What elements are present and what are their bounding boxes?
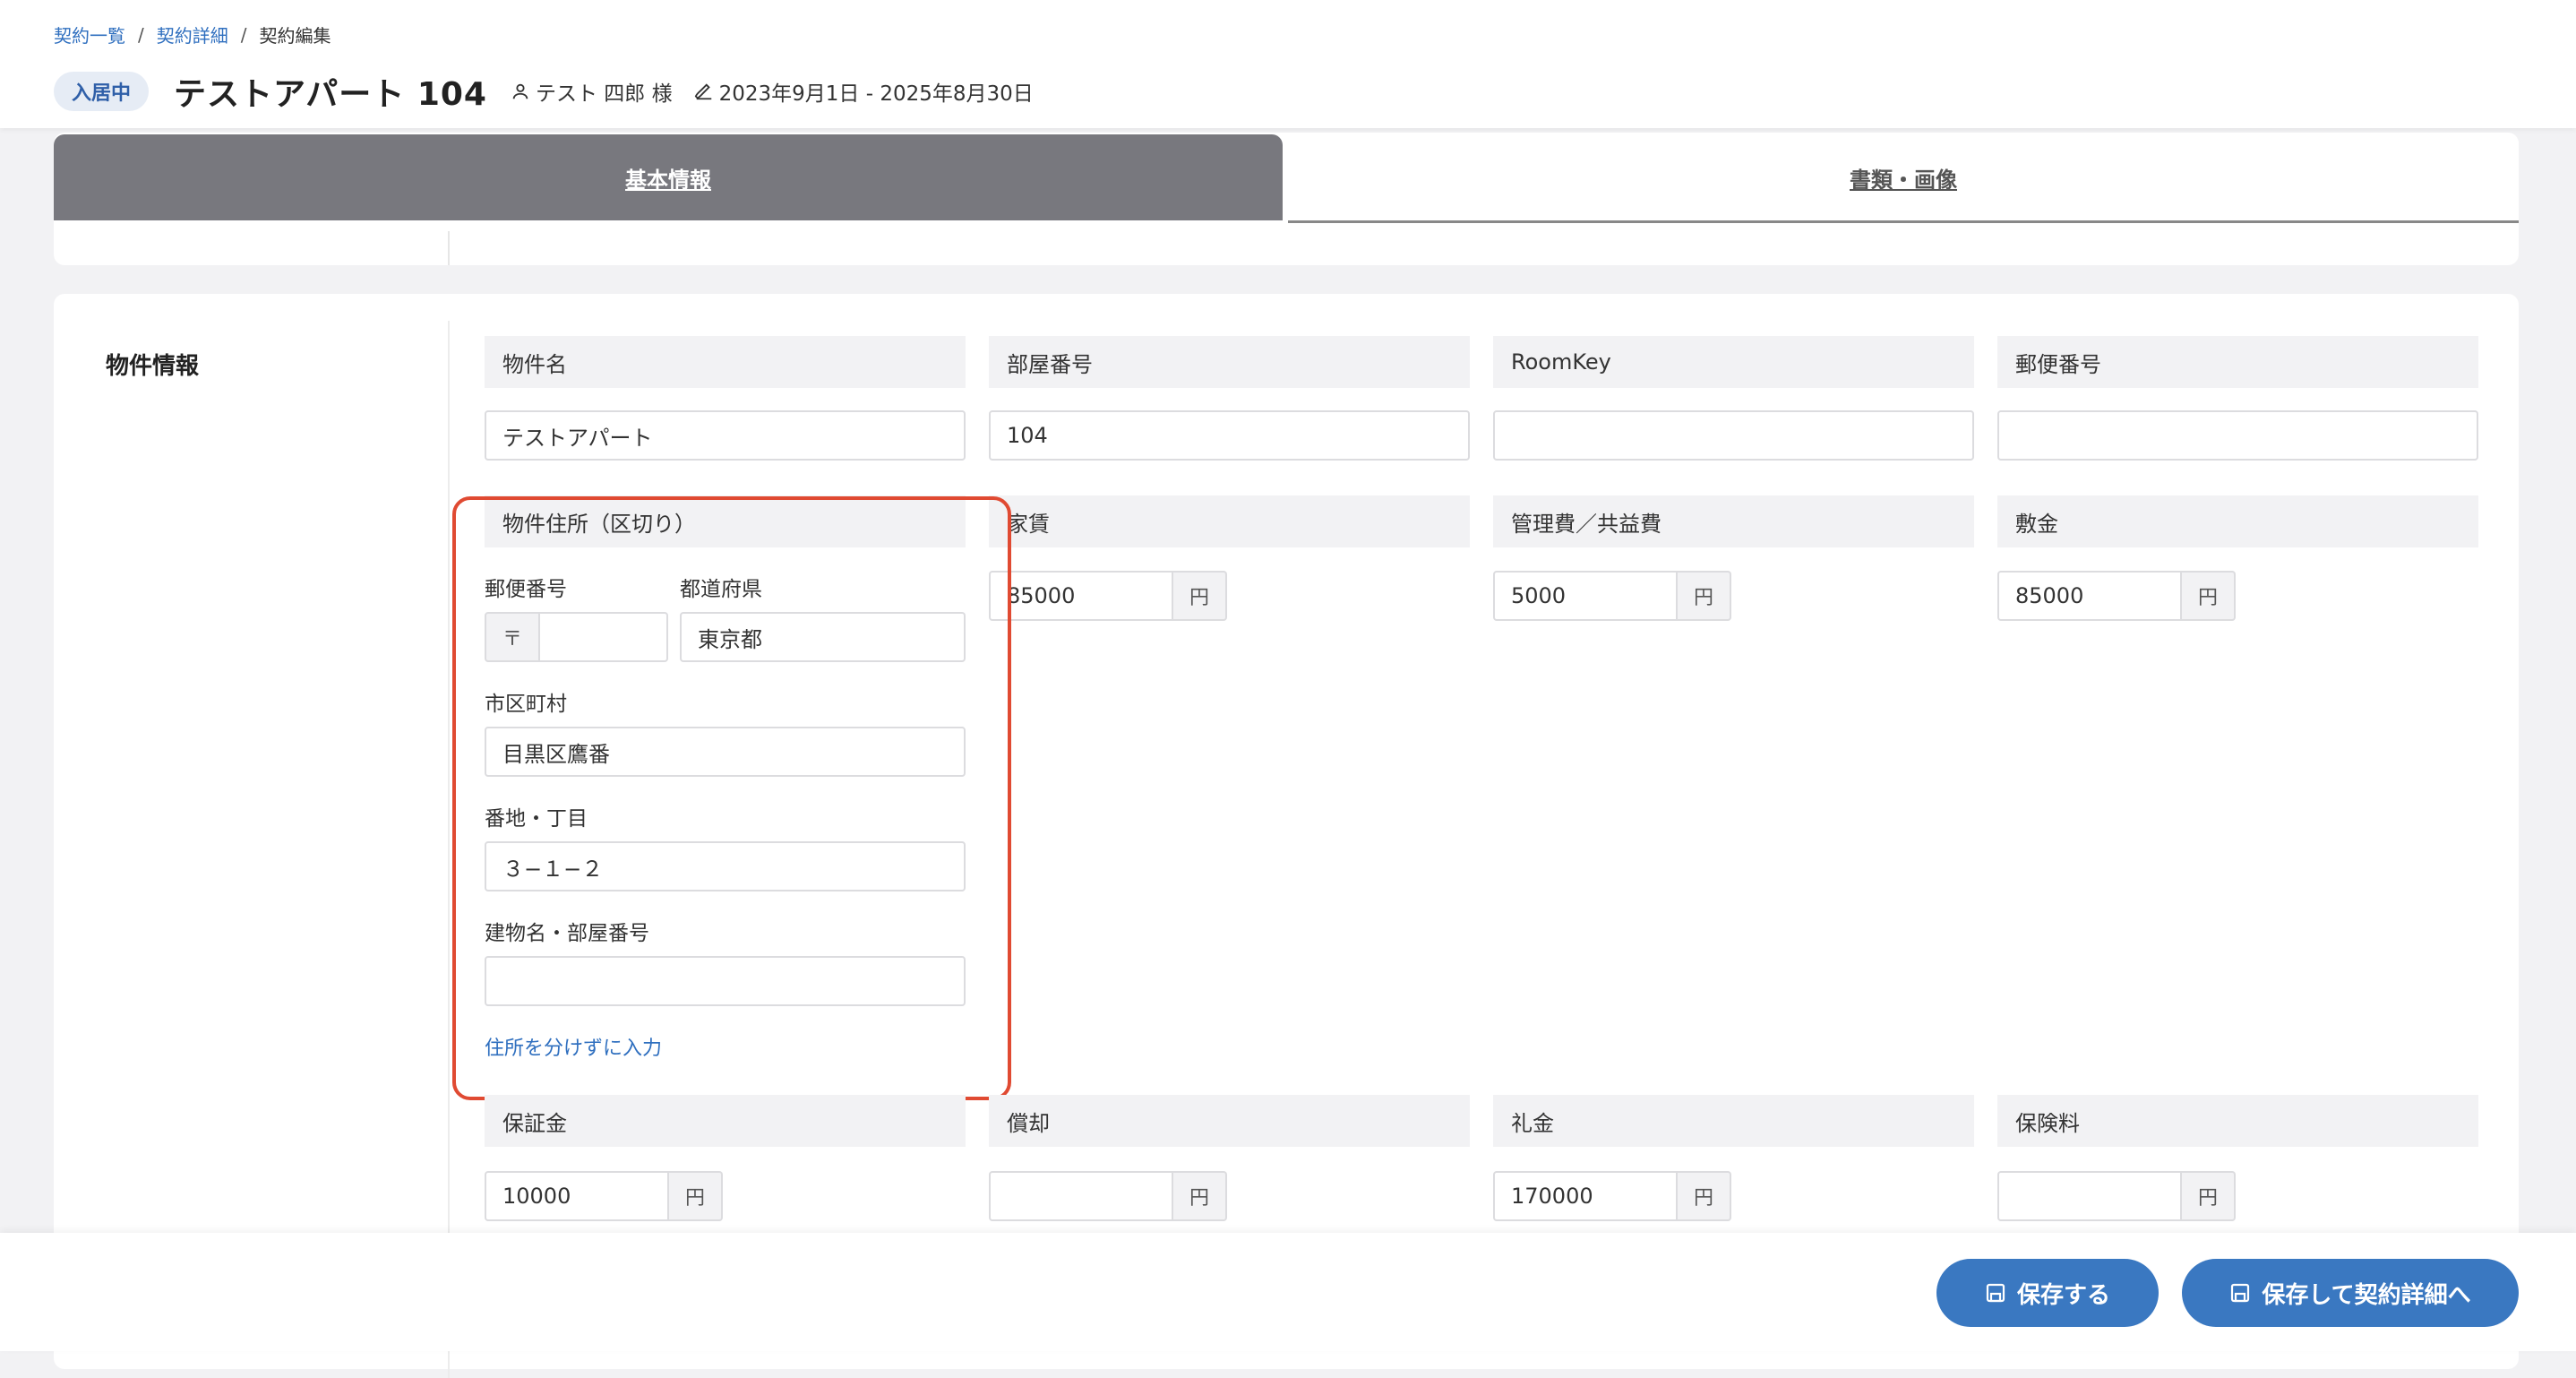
property-name-label: 物件名 xyxy=(485,336,966,388)
contract-period: 2023年9月1日 - 2025年8月30日 xyxy=(718,82,1034,106)
room-key-input[interactable] xyxy=(1493,410,1974,461)
key-money-field: 170000 円 xyxy=(1493,1171,1731,1221)
tabs-card: 基本情報 書類・画像 xyxy=(54,133,2519,265)
status-badge: 入居中 xyxy=(54,72,150,111)
amortization-input[interactable] xyxy=(989,1171,1173,1221)
action-bar: 保存する 保存して契約詳細へ xyxy=(0,1233,2576,1351)
city-label: 市区町村 xyxy=(485,693,567,716)
prefecture-label: 都道府県 xyxy=(680,578,762,601)
building-label: 建物名・部屋番号 xyxy=(485,922,649,945)
postal-mark: 〒 xyxy=(485,612,540,662)
save-icon xyxy=(1986,1283,2005,1303)
yen-unit: 円 xyxy=(2182,571,2236,621)
rent-field: 85000 円 xyxy=(989,571,1227,621)
insurance-label: 保険料 xyxy=(1997,1095,2478,1147)
room-number-label: 部屋番号 xyxy=(989,336,1470,388)
contract-period-info: 2023年9月1日 - 2025年8月30日 xyxy=(694,76,1034,107)
postal-code-label: 郵便番号 xyxy=(1997,336,2478,388)
rent-label: 家賃 xyxy=(989,495,1470,547)
tenant-info: テスト 四郎 様 xyxy=(511,76,673,107)
breadcrumb-contract-list[interactable]: 契約一覧 xyxy=(54,22,125,47)
room-number-input[interactable]: 104 xyxy=(989,410,1470,461)
insurance-field: 円 xyxy=(1997,1171,2236,1221)
property-name-input[interactable]: テストアパート xyxy=(485,410,966,461)
section-divider xyxy=(448,321,450,1378)
save-icon xyxy=(2231,1283,2250,1303)
divider xyxy=(448,231,450,265)
insurance-input[interactable] xyxy=(1997,1171,2182,1221)
user-icon xyxy=(512,83,528,99)
key-money-input[interactable]: 170000 xyxy=(1493,1171,1678,1221)
room-key-label: RoomKey xyxy=(1493,336,1974,388)
yen-unit: 円 xyxy=(1173,571,1227,621)
yen-unit: 円 xyxy=(1678,571,1731,621)
key-money-label: 礼金 xyxy=(1493,1095,1974,1147)
section-title: 物件情報 xyxy=(106,353,200,380)
tab-documents-images[interactable]: 書類・画像 xyxy=(1288,134,2519,223)
tab-basic-info[interactable]: 基本情報 xyxy=(54,134,1283,220)
breadcrumb-contract-detail[interactable]: 契約詳細 xyxy=(157,22,228,47)
postal-code-input[interactable] xyxy=(1997,410,2478,461)
yen-unit: 円 xyxy=(1173,1171,1227,1221)
building-input[interactable] xyxy=(485,956,966,1006)
yen-unit: 円 xyxy=(1678,1171,1731,1221)
breadcrumb-separator: / xyxy=(138,23,144,46)
guarantee-field: 10000 円 xyxy=(485,1171,723,1221)
page-header: 契約一覧 / 契約詳細 / 契約編集 入居中 テストアパート 104 テスト 四… xyxy=(0,0,2576,128)
deposit-label: 敷金 xyxy=(1997,495,2478,547)
save-and-detail-label: 保存して契約詳細へ xyxy=(2262,1281,2471,1309)
contract-sign-icon xyxy=(694,83,711,100)
city-input[interactable]: 目黒区鷹番 xyxy=(485,727,966,777)
guarantee-label: 保証金 xyxy=(485,1095,966,1147)
title-row: 入居中 テストアパート 104 テスト 四郎 様 2023年9月1日 - 202… xyxy=(54,68,1034,115)
deposit-input[interactable]: 85000 xyxy=(1997,571,2182,621)
breadcrumb-contract-edit: 契約編集 xyxy=(259,25,331,47)
deposit-field: 85000 円 xyxy=(1997,571,2236,621)
guarantee-input[interactable]: 10000 xyxy=(485,1171,669,1221)
rent-input[interactable]: 85000 xyxy=(989,571,1173,621)
management-fee-input[interactable]: 5000 xyxy=(1493,571,1678,621)
yen-unit: 円 xyxy=(2182,1171,2236,1221)
street-input[interactable]: ３−１−２ xyxy=(485,841,966,891)
page-title: テストアパート 104 xyxy=(174,76,487,113)
management-fee-label: 管理費／共益費 xyxy=(1493,495,1974,547)
breadcrumb-separator: / xyxy=(240,23,247,46)
save-button-label: 保存する xyxy=(2016,1281,2110,1309)
tenant-name: テスト 四郎 様 xyxy=(535,82,673,106)
amortization-field: 円 xyxy=(989,1171,1227,1221)
management-fee-field: 5000 円 xyxy=(1493,571,1731,621)
prefecture-input[interactable]: 東京都 xyxy=(680,612,966,662)
address-postal-input[interactable] xyxy=(538,612,668,662)
save-button[interactable]: 保存する xyxy=(1936,1259,2159,1327)
breadcrumb: 契約一覧 / 契約詳細 / 契約編集 xyxy=(54,22,331,47)
enter-address-unsplit-link[interactable]: 住所を分けずに入力 xyxy=(485,1032,662,1061)
yen-unit: 円 xyxy=(669,1171,723,1221)
address-split-label: 物件住所（区切り） xyxy=(485,495,966,547)
address-postal-label: 郵便番号 xyxy=(485,578,567,601)
save-and-detail-button[interactable]: 保存して契約詳細へ xyxy=(2182,1259,2519,1327)
amortization-label: 償却 xyxy=(989,1095,1470,1147)
street-label: 番地・丁目 xyxy=(485,807,588,831)
